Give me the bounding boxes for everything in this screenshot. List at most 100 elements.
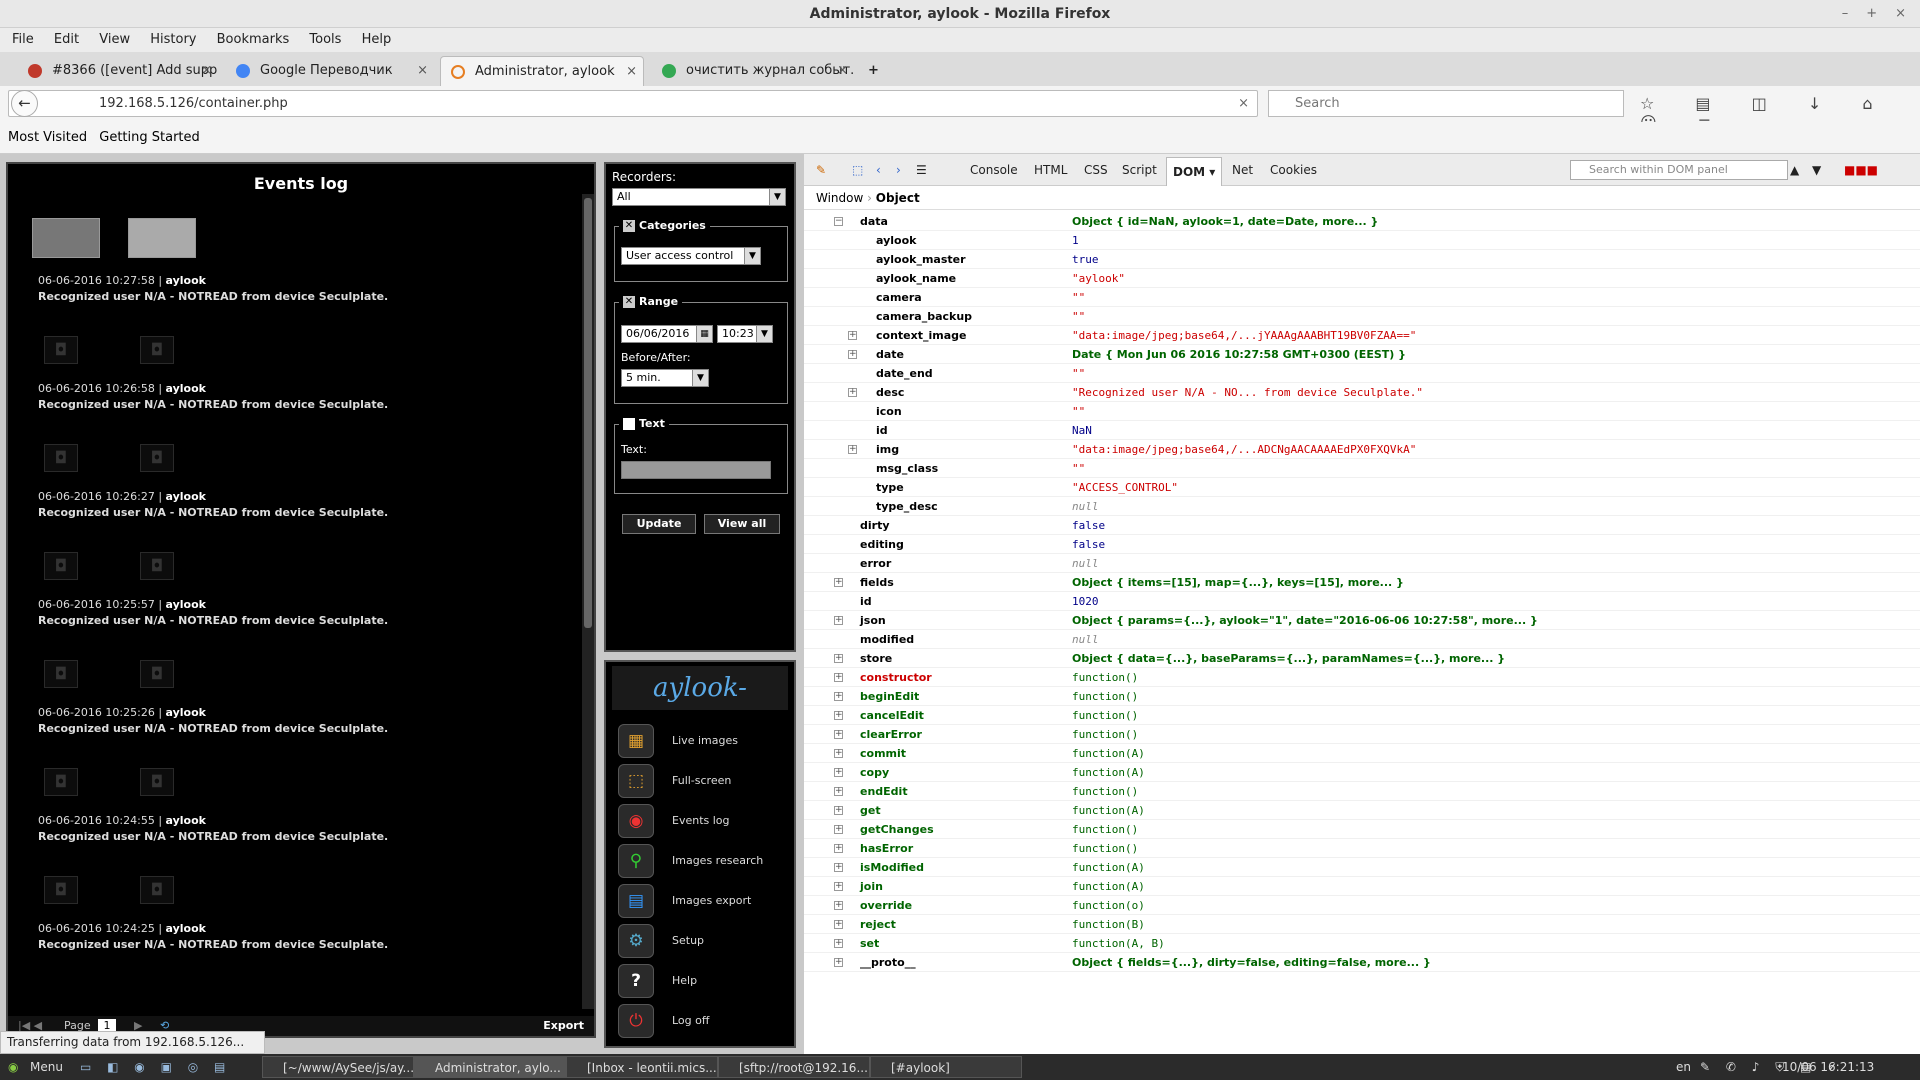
- dom-row[interactable]: id 1020: [804, 592, 1920, 611]
- camera-icon[interactable]: ◘: [140, 552, 174, 580]
- crumb-window[interactable]: Window: [816, 191, 863, 205]
- tab-google-translate[interactable]: Google Переводчик ×: [226, 56, 434, 86]
- search-next-icon[interactable]: ▼: [1812, 154, 1821, 186]
- dom-row[interactable]: date_end "": [804, 364, 1920, 383]
- recorders-select[interactable]: All ▼: [612, 188, 786, 206]
- tab-console[interactable]: Console: [970, 154, 1018, 186]
- expand-toggle-icon[interactable]: +: [834, 654, 843, 663]
- list-icon[interactable]: ☰: [916, 154, 927, 186]
- text-legend[interactable]: Text: [619, 417, 669, 430]
- menu-edit[interactable]: Edit: [54, 32, 79, 47]
- dom-row[interactable]: + isModified function(A): [804, 858, 1920, 877]
- task-sftp[interactable]: [sftp://root@192.16...: [718, 1056, 870, 1078]
- camera-icon[interactable]: ◘: [44, 444, 78, 472]
- dom-row[interactable]: + cancelEdit function(): [804, 706, 1920, 725]
- expand-toggle-icon[interactable]: −: [834, 217, 843, 226]
- dom-row[interactable]: + constructor function(): [804, 668, 1920, 687]
- task-chat[interactable]: [#aylook]: [870, 1056, 1022, 1078]
- expand-toggle-icon[interactable]: +: [834, 578, 843, 587]
- dom-row[interactable]: + set function(A, B): [804, 934, 1920, 953]
- time-select[interactable]: 10:23 ▼: [717, 325, 773, 343]
- expand-toggle-icon[interactable]: +: [834, 692, 843, 701]
- expand-toggle-icon[interactable]: +: [834, 787, 843, 796]
- menu-tools[interactable]: Tools: [309, 32, 341, 47]
- dom-row[interactable]: + override function(o): [804, 896, 1920, 915]
- camera-icon[interactable]: ◘: [44, 552, 78, 580]
- tab-css[interactable]: CSS: [1084, 154, 1108, 186]
- tab-aylook[interactable]: Administrator, aylook ×: [440, 56, 644, 86]
- minimize-button[interactable]: –: [1842, 6, 1849, 21]
- camera-icon[interactable]: ◘: [140, 876, 174, 904]
- dom-row[interactable]: + beginEdit function(): [804, 687, 1920, 706]
- range-checkbox[interactable]: ✕: [623, 296, 635, 308]
- expand-toggle-icon[interactable]: +: [834, 863, 843, 872]
- dom-row[interactable]: editing false: [804, 535, 1920, 554]
- dom-row[interactable]: + copy function(A): [804, 763, 1920, 782]
- date-input[interactable]: 06/06/2016 ▦: [621, 325, 713, 343]
- forward-icon[interactable]: ›: [896, 154, 901, 186]
- tab-cookies[interactable]: Cookies: [1270, 154, 1317, 186]
- categories-legend[interactable]: ✕ Categories: [619, 219, 710, 232]
- dom-row[interactable]: msg_class "": [804, 459, 1920, 478]
- task-mail[interactable]: [Inbox - leontii.mics...: [566, 1056, 718, 1078]
- tab-dom[interactable]: DOM ▾: [1166, 157, 1223, 186]
- event-snapshot[interactable]: [32, 218, 100, 258]
- task-editor[interactable]: [~/www/AySee/js/ay...: [262, 1056, 414, 1078]
- dom-row[interactable]: type_desc null: [804, 497, 1920, 516]
- expand-toggle-icon[interactable]: +: [834, 825, 843, 834]
- dom-row[interactable]: + get function(A): [804, 801, 1920, 820]
- dom-row[interactable]: + join function(A): [804, 877, 1920, 896]
- tab-net[interactable]: Net: [1232, 154, 1253, 186]
- camera-icon[interactable]: ◘: [44, 336, 78, 364]
- dom-row[interactable]: aylook 1: [804, 231, 1920, 250]
- search-prev-icon[interactable]: ▲: [1790, 154, 1799, 186]
- getting-started-bookmark[interactable]: Getting Started: [99, 130, 200, 145]
- close-tab-icon[interactable]: ×: [837, 56, 848, 86]
- firebug-icon[interactable]: ✎: [816, 154, 826, 186]
- calendar-icon[interactable]: ▦: [696, 326, 712, 342]
- tab-redmine[interactable]: #8366 ([event] Add supp... ×: [18, 56, 218, 86]
- scrollbar-thumb[interactable]: [584, 198, 592, 628]
- expand-toggle-icon[interactable]: +: [848, 388, 857, 397]
- expand-toggle-icon[interactable]: +: [834, 806, 843, 815]
- update-button[interactable]: Update: [622, 514, 696, 534]
- dom-row[interactable]: + endEdit function(): [804, 782, 1920, 801]
- event-snapshot[interactable]: [128, 218, 196, 258]
- dom-row[interactable]: camera "": [804, 288, 1920, 307]
- camera-icon[interactable]: ◘: [140, 768, 174, 796]
- dom-row[interactable]: id NaN: [804, 421, 1920, 440]
- expand-toggle-icon[interactable]: +: [834, 711, 843, 720]
- crumb-object[interactable]: Object: [876, 191, 920, 205]
- dom-row[interactable]: + img "data:image/jpeg;base64,/...ADCNgAAC…: [804, 440, 1920, 459]
- view-all-button[interactable]: View all: [704, 514, 780, 534]
- expand-toggle-icon[interactable]: +: [848, 445, 857, 454]
- text-input[interactable]: [621, 461, 771, 479]
- close-tab-icon[interactable]: ×: [201, 56, 212, 86]
- camera-icon[interactable]: ◘: [44, 768, 78, 796]
- search-input[interactable]: Search: [1268, 90, 1624, 117]
- expand-toggle-icon[interactable]: +: [834, 939, 843, 948]
- expand-toggle-icon[interactable]: +: [834, 749, 843, 758]
- dom-row[interactable]: + commit function(A): [804, 744, 1920, 763]
- task-firefox[interactable]: Administrator, aylo...: [414, 1056, 566, 1078]
- most-visited-bookmark[interactable]: Most Visited: [8, 130, 87, 145]
- dom-row[interactable]: + reject function(B): [804, 915, 1920, 934]
- dom-row[interactable]: aylook_master true: [804, 250, 1920, 269]
- new-tab-button[interactable]: +: [860, 56, 890, 86]
- url-bar[interactable]: ← 192.168.5.126/container.php ×: [8, 90, 1258, 117]
- categories-checkbox[interactable]: ✕: [623, 220, 635, 232]
- expand-toggle-icon[interactable]: +: [834, 958, 843, 967]
- menu-history[interactable]: History: [150, 32, 196, 47]
- export-button[interactable]: Export: [543, 1016, 584, 1036]
- dom-row[interactable]: camera_backup "": [804, 307, 1920, 326]
- dom-row[interactable]: + __proto__ Object { fields={...}, dirty=f…: [804, 953, 1920, 972]
- range-legend[interactable]: ✕ Range: [619, 295, 683, 308]
- expand-toggle-icon[interactable]: +: [834, 730, 843, 739]
- expand-toggle-icon[interactable]: +: [834, 901, 843, 910]
- dom-row[interactable]: + desc "Recognized user N/A - NO... from d…: [804, 383, 1920, 402]
- dom-row[interactable]: + getChanges function(): [804, 820, 1920, 839]
- expand-toggle-icon[interactable]: +: [834, 882, 843, 891]
- language-indicator[interactable]: en: [1676, 1054, 1691, 1080]
- expand-toggle-icon[interactable]: +: [834, 844, 843, 853]
- expand-toggle-icon[interactable]: +: [834, 920, 843, 929]
